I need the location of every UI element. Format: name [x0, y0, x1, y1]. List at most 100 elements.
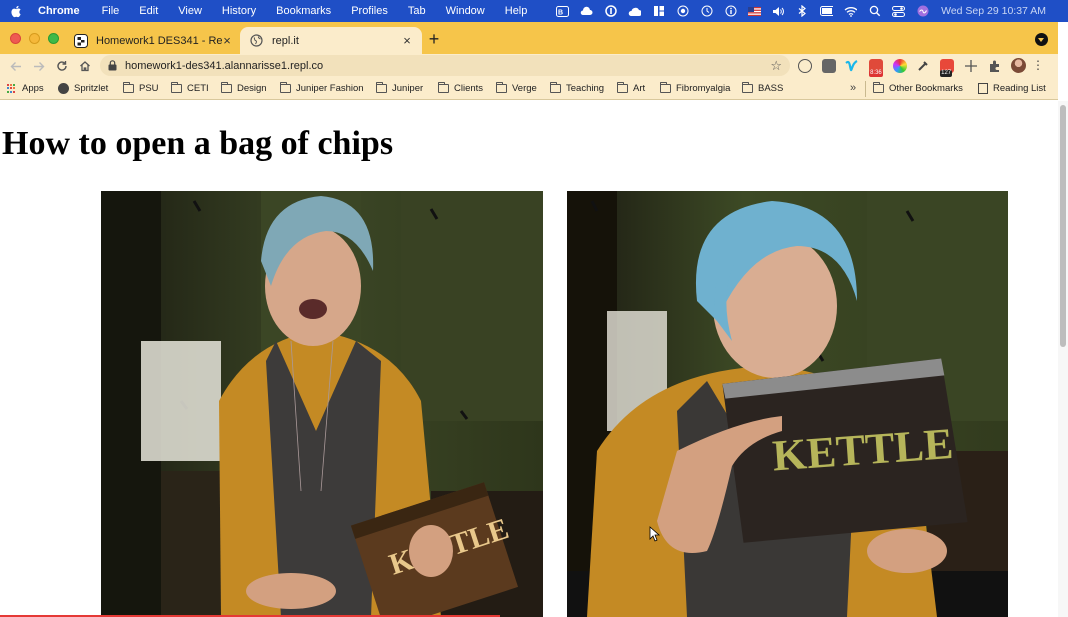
bookmark-folder-ceti[interactable]: CETI	[171, 82, 209, 94]
tab-homework1-replit[interactable]: Homework1 DES341 - Replit ×	[64, 27, 242, 54]
menu-app-name[interactable]: Chrome	[38, 5, 80, 17]
browser-toolbar: homework1-des341.alannarisse1.repl.co ☆ …	[0, 54, 1058, 78]
more-bookmarks-chevron-icon[interactable]: »	[850, 82, 856, 94]
bookmark-folder-fibromyalgia[interactable]: Fibromyalgia	[660, 82, 731, 94]
folder-icon	[438, 82, 449, 93]
scrollbar-thumb[interactable]	[1060, 105, 1066, 347]
address-bar[interactable]: homework1-des341.alannarisse1.repl.co ☆	[100, 55, 790, 76]
wifi-icon[interactable]	[844, 5, 858, 17]
chip-bag-photo-right: KETTLE	[567, 191, 1008, 617]
bookmark-spritzlet[interactable]: Spritzlet	[58, 83, 108, 94]
bookmark-label: Design	[237, 83, 267, 94]
tab-title: repl.it	[272, 34, 299, 47]
bbedit-icon[interactable]: B	[556, 5, 570, 17]
puzzle-extensions-icon[interactable]	[988, 59, 1002, 73]
menu-view[interactable]: View	[178, 5, 202, 17]
tab-search-icon[interactable]	[1035, 33, 1048, 46]
eyedropper-extension-icon[interactable]	[916, 59, 930, 73]
bookmark-folder-art[interactable]: Art	[617, 82, 645, 94]
home-icon[interactable]	[78, 59, 92, 73]
lock-icon[interactable]	[108, 60, 117, 71]
back-arrow-icon[interactable]	[9, 59, 23, 73]
close-tab-icon[interactable]: ×	[402, 34, 412, 47]
bookmark-label: Teaching	[566, 83, 605, 94]
info-circle-icon[interactable]	[724, 5, 737, 17]
volume-icon[interactable]	[772, 5, 785, 17]
apps-grid-icon	[7, 83, 17, 94]
bookmark-folder-design[interactable]: Design	[221, 82, 267, 94]
apple-logo-icon[interactable]	[10, 5, 22, 18]
forward-arrow-icon[interactable]	[32, 59, 46, 73]
globe-icon	[250, 33, 264, 48]
bookmarks-bar: Apps Spritzlet PSU CETI Design Juniper F…	[0, 78, 1058, 100]
menu-help[interactable]: Help	[505, 5, 528, 17]
folder-icon	[617, 82, 628, 93]
bookmark-apps[interactable]: Apps	[7, 83, 44, 94]
bookmark-folder-clients[interactable]: Clients	[438, 82, 483, 94]
fullscreen-window-button[interactable]	[48, 33, 59, 44]
spotlight-search-icon[interactable]	[868, 5, 881, 17]
bookmark-folder-teaching[interactable]: Teaching	[550, 82, 605, 94]
menu-bookmarks[interactable]: Bookmarks	[276, 5, 331, 17]
bookmark-label: Fibromyalgia	[676, 83, 731, 94]
replit-icon	[74, 33, 88, 48]
bookmark-folder-other[interactable]: Other Bookmarks	[873, 82, 963, 94]
vertical-scrollbar[interactable]	[1058, 101, 1068, 617]
menubar-clock[interactable]: Wed Sep 29 10:37 AM	[941, 5, 1046, 17]
control-center-icon[interactable]	[892, 5, 906, 17]
move-extension-icon[interactable]	[964, 59, 978, 73]
new-tab-button[interactable]: +	[426, 30, 442, 48]
bookmark-label: Spritzlet	[74, 83, 109, 94]
reading-list-label: Reading List	[993, 83, 1046, 94]
reading-list-button[interactable]: Reading List	[978, 83, 1046, 94]
menu-history[interactable]: History	[222, 5, 256, 17]
url-text[interactable]: homework1-des341.alannarisse1.repl.co	[125, 60, 770, 72]
tab-replit-active[interactable]: repl.it ×	[240, 27, 422, 54]
profile-avatar[interactable]	[1011, 58, 1027, 73]
info-extension-icon[interactable]	[798, 58, 812, 73]
bookmark-folder-juniper-fashion[interactable]: Juniper Fashion	[280, 82, 364, 94]
calendar-badge: 127	[940, 69, 953, 77]
bookmark-star-icon[interactable]: ☆	[770, 58, 782, 74]
close-window-button[interactable]	[10, 33, 21, 44]
bookmark-folder-juniper[interactable]: Juniper	[376, 82, 423, 94]
readwise-extension-icon[interactable]	[821, 58, 836, 73]
spritzlet-icon	[58, 83, 69, 94]
page-title: How to open a bag of chips	[2, 125, 394, 162]
layout-icon[interactable]	[652, 5, 665, 17]
cloud-icon[interactable]	[628, 5, 642, 17]
close-tab-icon[interactable]: ×	[222, 34, 232, 47]
more-menu-icon[interactable]: ⋮	[1032, 59, 1044, 71]
siri-icon[interactable]	[916, 5, 929, 17]
reading-list-icon	[978, 83, 988, 94]
calendar-extension-icon[interactable]: 127	[940, 58, 955, 77]
color-picker-extension-icon[interactable]	[892, 58, 907, 73]
menu-file[interactable]: File	[102, 5, 120, 17]
bookmark-folder-bass[interactable]: BASS	[742, 82, 784, 94]
menu-profiles[interactable]: Profiles	[351, 5, 388, 17]
bluetooth-icon[interactable]	[796, 5, 809, 17]
reload-icon[interactable]	[55, 59, 69, 73]
macos-menu-bar: Chrome File Edit View History Bookmarks …	[0, 0, 1068, 22]
bookmark-folder-psu[interactable]: PSU	[123, 82, 159, 94]
us-flag-icon[interactable]	[748, 5, 762, 17]
folder-icon	[171, 82, 182, 93]
bookmark-label: Apps	[22, 83, 44, 94]
cloud-upload-icon[interactable]	[580, 5, 593, 17]
time-machine-icon[interactable]	[700, 5, 713, 17]
menu-window[interactable]: Window	[446, 5, 485, 17]
1password-icon[interactable]	[604, 5, 617, 17]
folder-icon	[496, 82, 507, 93]
timer-extension-icon[interactable]: 8:36	[869, 58, 884, 77]
battery-icon[interactable]	[820, 5, 834, 17]
folder-icon	[873, 82, 884, 93]
bookmark-folder-verge[interactable]: Verge	[496, 82, 537, 94]
page-viewport: How to open a bag of chips KETTLE	[0, 101, 1058, 617]
vimeo-extension-icon[interactable]	[845, 59, 859, 73]
minimize-window-button[interactable]	[29, 33, 40, 44]
record-icon[interactable]	[676, 5, 689, 17]
menu-edit[interactable]: Edit	[139, 5, 158, 17]
menu-tab[interactable]: Tab	[408, 5, 426, 17]
folder-icon	[123, 82, 134, 93]
bookmark-label: BASS	[758, 83, 784, 94]
